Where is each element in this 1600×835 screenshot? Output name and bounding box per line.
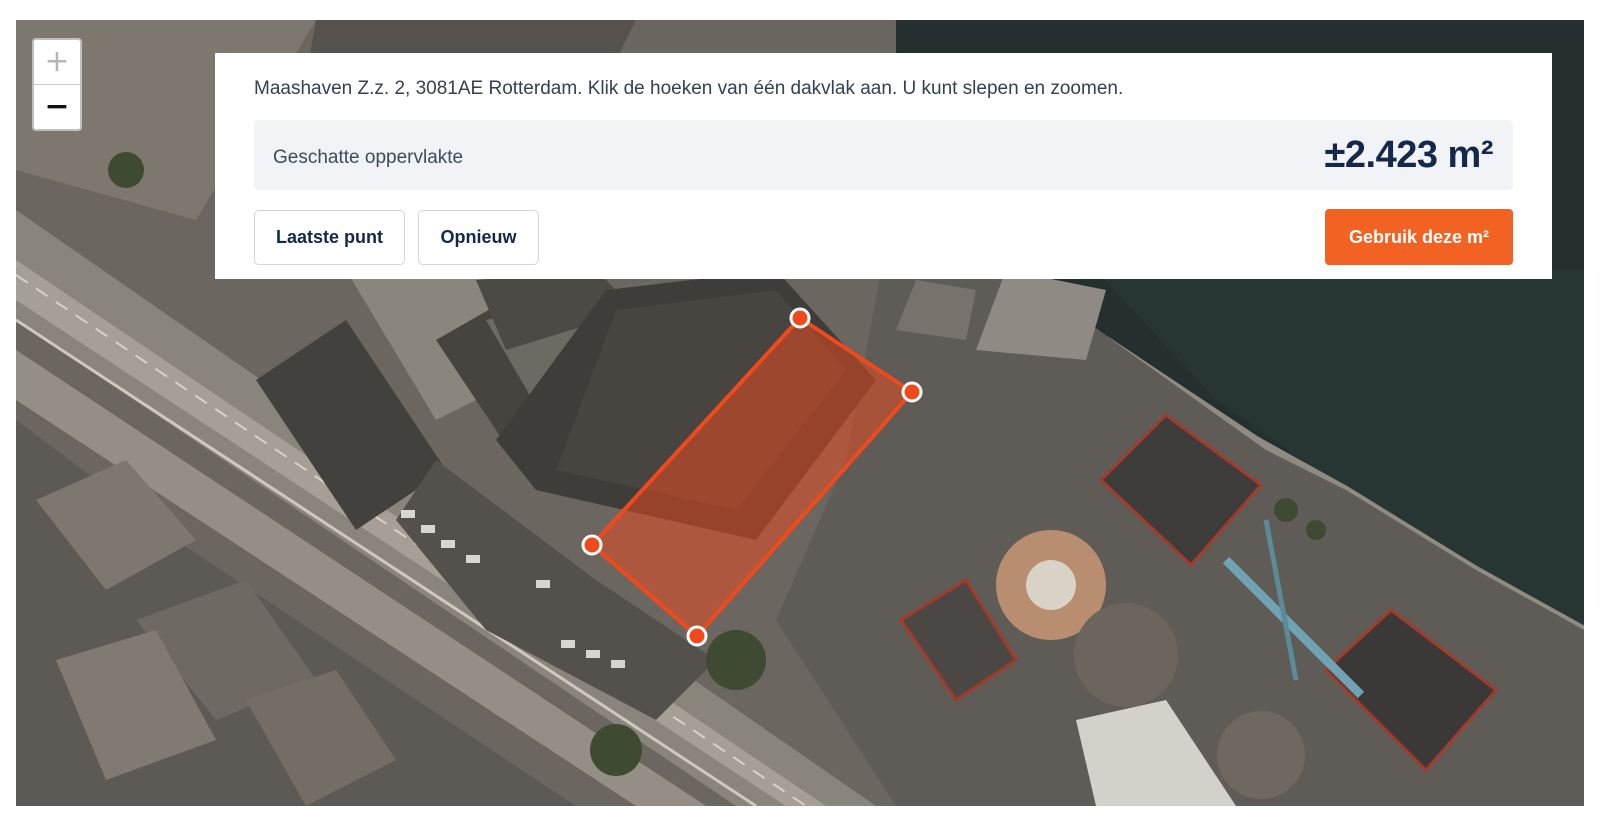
zoom-out-button[interactable]: − xyxy=(34,85,80,129)
undo-last-point-button[interactable]: Laatste punt xyxy=(254,209,405,265)
vertex-handle[interactable] xyxy=(789,307,811,329)
area-panel: Maashaven Z.z. 2, 3081AE Rotterdam. Klik… xyxy=(215,53,1552,279)
zoom-in-button[interactable]: + xyxy=(34,40,80,85)
vertex-handle[interactable] xyxy=(686,625,708,647)
reset-button[interactable]: Opnieuw xyxy=(418,209,539,265)
zoom-control: + − xyxy=(32,38,82,131)
instructions-text: Maashaven Z.z. 2, 3081AE Rotterdam. Klik… xyxy=(254,78,1124,99)
vertex-handle[interactable] xyxy=(901,381,923,403)
area-value: ±2.423 m² xyxy=(1324,133,1494,176)
vertex-handle[interactable] xyxy=(581,534,603,556)
use-area-button[interactable]: Gebruik deze m² xyxy=(1325,209,1513,265)
action-bar: Laatste punt Opnieuw Gebruik deze m² xyxy=(254,209,1513,265)
area-estimate-box: Geschatte oppervlakte ±2.423 m² xyxy=(254,120,1513,190)
area-label: Geschatte oppervlakte xyxy=(273,147,464,168)
roof-polygon[interactable] xyxy=(590,316,914,638)
